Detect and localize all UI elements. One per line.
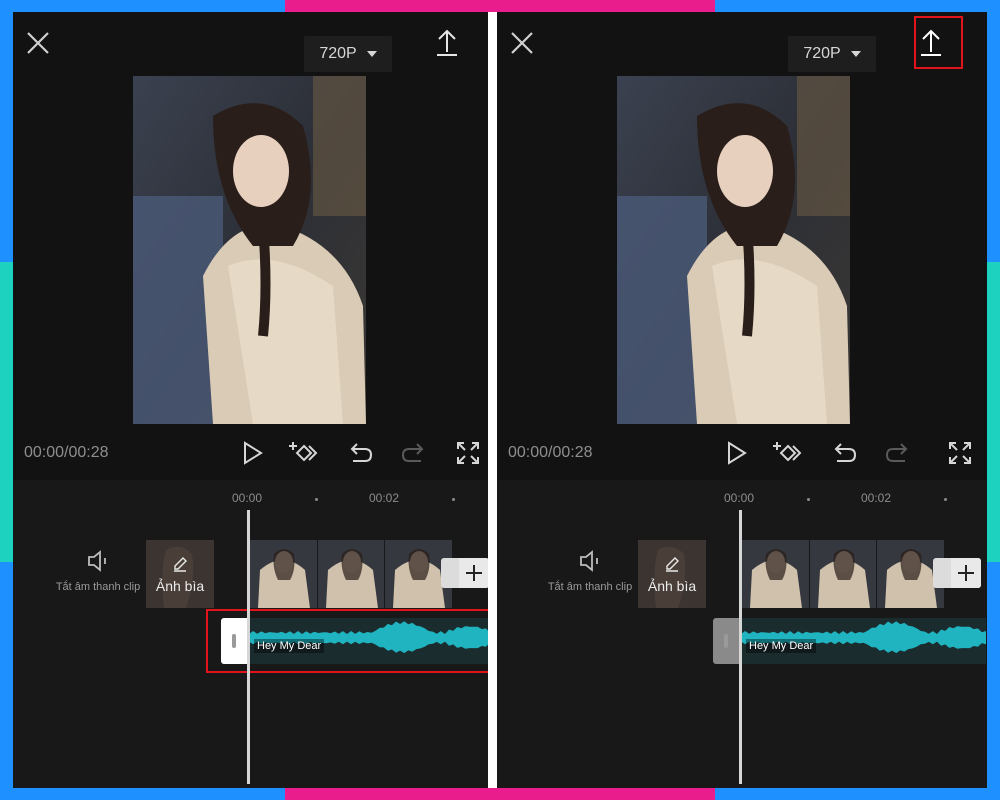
chevron-down-icon [366, 51, 377, 57]
clip-frame [809, 540, 877, 608]
timeline[interactable]: 00:00 00:02 Tắt âm thanh clip Ảnh bìa He… [13, 480, 488, 788]
upload-icon[interactable] [433, 28, 461, 58]
mute-clip-label: Tắt âm thanh clip [547, 581, 633, 593]
speaker-mute-icon [88, 550, 106, 572]
play-icon[interactable] [239, 440, 265, 466]
cover-thumbnail[interactable]: Ảnh bìa [146, 540, 214, 608]
speaker-mute-icon [580, 550, 598, 572]
timecode: 00:00/00:28 [24, 444, 109, 461]
ruler-label-start: 00:00 [724, 491, 755, 505]
upload-icon[interactable] [917, 28, 945, 58]
undo-icon[interactable] [831, 440, 857, 466]
resolution-label: 720P [319, 45, 357, 62]
timeline[interactable]: 00:00 00:02 Tắt âm thanh clip Ảnh bìa He… [497, 480, 987, 788]
cover-image [146, 540, 214, 608]
ruler-label-2s: 00:02 [369, 491, 400, 505]
pencil-icon [174, 557, 187, 572]
plus-icon[interactable] [951, 558, 981, 588]
cover-thumbnail[interactable]: Ảnh bìa [638, 540, 706, 608]
video-clip-track[interactable] [742, 540, 945, 608]
resolution-select[interactable]: 720P [788, 36, 876, 72]
ruler-dot [315, 498, 318, 501]
clip-frame [317, 540, 385, 608]
mute-clip-button[interactable]: Tắt âm thanh clip [545, 550, 635, 594]
video-preview [617, 76, 850, 424]
chevron-down-icon [850, 51, 861, 57]
mute-clip-button[interactable]: Tắt âm thanh clip [53, 550, 143, 594]
cover-image [638, 540, 706, 608]
clip-frame [742, 540, 809, 608]
ruler-dot [452, 498, 455, 501]
playhead[interactable] [247, 510, 250, 784]
pencil-icon [666, 557, 679, 572]
keyframe-add-icon[interactable] [773, 440, 805, 466]
redo-icon[interactable] [401, 440, 427, 466]
clip-frame [250, 540, 317, 608]
ruler-label-2s: 00:02 [861, 491, 892, 505]
video-clip-track[interactable] [250, 540, 453, 608]
cover-label: Ảnh bìa [155, 578, 205, 594]
resolution-select[interactable]: 720P [304, 36, 392, 72]
undo-icon[interactable] [347, 440, 373, 466]
ruler-dot [944, 498, 947, 501]
editor-panel-left: 720P 00:00/00:28 00:00 00:02 Tắt âm than… [13, 12, 488, 788]
cover-label: Ảnh bìa [647, 578, 697, 594]
fullscreen-icon[interactable] [947, 440, 973, 466]
plus-icon[interactable] [459, 558, 488, 588]
audio-track-name: Hey My Dear [746, 639, 817, 653]
close-icon[interactable] [25, 30, 51, 56]
fullscreen-icon[interactable] [455, 440, 481, 466]
editor-panel-right: 720P 00:00/00:28 00:00 00:02 Tắt âm than… [497, 12, 987, 788]
play-icon[interactable] [723, 440, 749, 466]
ruler-dot [807, 498, 810, 501]
grip-icon [724, 634, 728, 648]
redo-icon[interactable] [885, 440, 911, 466]
timecode: 00:00/00:28 [508, 444, 593, 461]
keyframe-add-icon[interactable] [289, 440, 321, 466]
resolution-label: 720P [803, 45, 841, 62]
panel-divider [488, 12, 497, 788]
audio-trim-handle[interactable] [713, 618, 741, 664]
ruler-label-start: 00:00 [232, 491, 263, 505]
clip-trim-handle[interactable] [933, 558, 953, 588]
clip-trim-handle[interactable] [441, 558, 461, 588]
mute-clip-label: Tắt âm thanh clip [55, 581, 141, 593]
playhead[interactable] [739, 510, 742, 784]
close-icon[interactable] [509, 30, 535, 56]
video-preview [133, 76, 366, 424]
